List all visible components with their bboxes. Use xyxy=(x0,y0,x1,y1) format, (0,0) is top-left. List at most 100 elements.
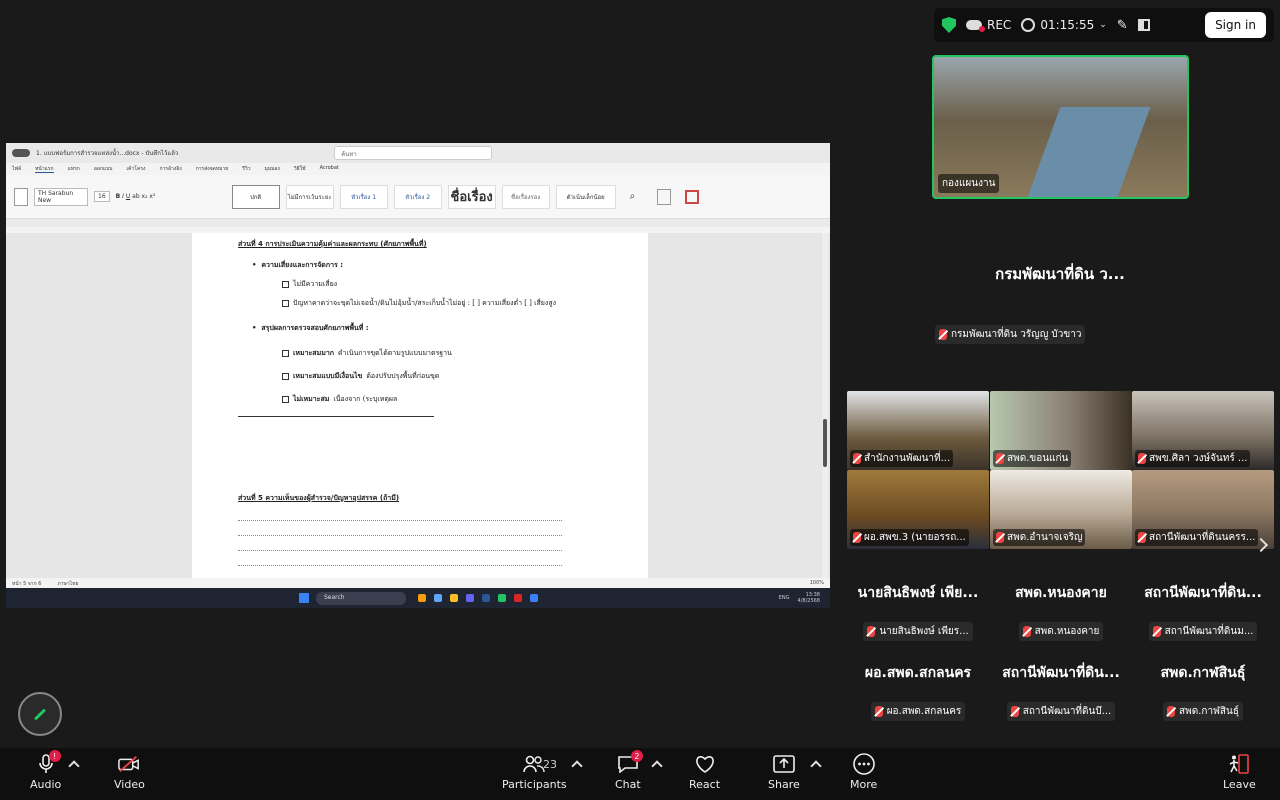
style-title[interactable]: ชื่อเรื่อง xyxy=(447,184,496,209)
pinned-video-tile[interactable]: กองแผนงาน xyxy=(932,55,1189,199)
word-tab[interactable]: เค้าโครง xyxy=(126,165,145,173)
find-icon[interactable]: ⌕ xyxy=(630,191,636,202)
checkbox-icon[interactable] xyxy=(282,300,289,307)
participant-video-tile[interactable]: สถานีพัฒนาที่ดินนครร... xyxy=(1132,470,1274,549)
comment-line[interactable] xyxy=(238,551,562,566)
magic-wand-icon[interactable]: ✎ xyxy=(1117,18,1128,33)
participant-video-tile[interactable]: สพด.ขอนแก่น xyxy=(990,391,1132,470)
sign-in-button[interactable]: Sign in xyxy=(1205,12,1266,38)
taskbar-app-icon[interactable] xyxy=(530,594,538,602)
chevron-up-icon[interactable] xyxy=(651,760,663,772)
layout-icon[interactable] xyxy=(1137,19,1150,31)
react-button[interactable]: React xyxy=(689,754,720,791)
participant-video-tile[interactable]: ผอ.สพข.3 (นายอรรถ... xyxy=(847,470,989,549)
checkbox-icon[interactable] xyxy=(282,350,289,357)
participant-video-tile[interactable]: สำนักงานพัฒนาที่... xyxy=(847,391,989,470)
participant-name-cell[interactable]: ผอ.สพด.สกลนคร ผอ.สพด.สกลนคร xyxy=(847,662,989,721)
checkbox-icon[interactable] xyxy=(282,373,289,380)
summary-option-1[interactable]: เหมาะสมมาก ดำเนินการขุดได้ตามรูปแบบมาตรฐา… xyxy=(282,348,602,359)
document-scrollbar[interactable] xyxy=(822,233,828,578)
comment-line[interactable] xyxy=(238,521,562,536)
chevron-up-icon[interactable] xyxy=(68,760,80,772)
chat-button[interactable]: 2 Chat xyxy=(615,750,643,791)
font-name-select[interactable]: TH Sarabun New xyxy=(34,187,88,206)
taskbar-app-icon[interactable] xyxy=(514,594,522,602)
comment-line[interactable] xyxy=(238,506,562,521)
word-tab[interactable]: มุมมอง xyxy=(265,165,280,173)
summary-option-2[interactable]: เหมาะสมแบบมีเงื่อนไข ต้องปรับปรุงพื้นที่ก… xyxy=(282,371,602,382)
tray-language[interactable]: ENG xyxy=(779,595,790,601)
clipboard-icon[interactable] xyxy=(14,187,28,206)
add-ins-icon[interactable] xyxy=(685,189,700,204)
word-tab[interactable]: รีวิว xyxy=(242,165,250,173)
word-tab[interactable]: ออกแบบ xyxy=(94,165,113,173)
word-tab[interactable]: หน้าแรก xyxy=(35,165,54,173)
word-ruler[interactable] xyxy=(6,219,830,227)
video-button[interactable]: Video xyxy=(114,754,145,791)
more-button[interactable]: More xyxy=(850,753,877,791)
style-no-spacing[interactable]: ไม่มีการเว้นระยะ xyxy=(285,184,334,209)
participant-display-name: สถานีพัฒนาที่ดิน... xyxy=(1002,665,1120,681)
word-tab[interactable]: การอ้างอิง xyxy=(159,165,181,173)
participant-name-cell[interactable]: สถานีพัฒนาที่ดิน... สถานีพัฒนาที่ดินบึ..… xyxy=(990,662,1132,721)
proofing-language[interactable]: ภาษาไทย xyxy=(57,580,78,587)
taskbar-app-icon[interactable] xyxy=(434,594,442,602)
taskbar-app-icon[interactable] xyxy=(466,594,474,602)
audio-button[interactable]: ! Audio xyxy=(30,750,61,791)
font-size-select[interactable]: 16 xyxy=(94,191,110,202)
windows-start-icon[interactable] xyxy=(299,593,309,603)
style-normal[interactable]: ปกติ xyxy=(231,184,280,209)
participant-video-tile[interactable]: สพด.อำนาจเจริญ xyxy=(990,470,1132,549)
shield-icon[interactable] xyxy=(942,17,956,33)
chevron-up-icon[interactable] xyxy=(571,760,583,772)
taskbar-app-icon[interactable] xyxy=(418,594,426,602)
style-subtle-emphasis[interactable]: ตัวเน้นเล็กน้อย xyxy=(555,184,616,209)
comment-line[interactable] xyxy=(238,536,562,551)
taskbar-app-icon[interactable] xyxy=(450,594,458,602)
autosave-toggle[interactable] xyxy=(12,149,30,157)
format-buttons[interactable]: B I U ab x₂ x² xyxy=(116,193,226,200)
participant-name-cell[interactable]: สพด.หนองคาย สพด.หนองคาย xyxy=(990,582,1132,641)
risk-option-2[interactable]: ปัญหาคาดว่าจะขุดไม่เจอน้ำ/ดินไม่อุ้มน้ำ/… xyxy=(282,298,602,309)
style-subtitle[interactable]: ชื่อเรื่องรอง xyxy=(501,184,550,209)
checkbox-icon[interactable] xyxy=(282,281,289,288)
document-page[interactable]: ส่วนที่ 4 การประเมินความคุ้มค่าและผลกระท… xyxy=(192,233,648,578)
checkbox-icon[interactable] xyxy=(282,396,289,403)
word-title-bar: 1. แบบฟอร์มการสำรวจแหล่งน้ำ...docx - บัน… xyxy=(6,143,830,163)
tray-clock[interactable]: 13:38 4/8/2568 xyxy=(798,592,820,604)
word-search-input[interactable]: ค้นหา xyxy=(334,146,493,160)
taskbar-app-icon[interactable] xyxy=(498,594,506,602)
mic-muted-icon xyxy=(853,532,861,543)
taskbar-app-icon[interactable] xyxy=(482,594,490,602)
risk-option-1[interactable]: ไม่มีความเสี่ยง xyxy=(282,279,602,290)
word-tab[interactable]: การส่งจดหมาย xyxy=(196,165,229,173)
zoom-level[interactable]: 100% xyxy=(810,580,824,586)
participant-display-name: สถานีพัฒนาที่ดิน... xyxy=(1144,585,1262,601)
document-canvas[interactable]: ส่วนที่ 4 การประเมินความคุ้มค่าและผลกระท… xyxy=(6,233,830,578)
summary-option-3[interactable]: ไม่เหมาะสม เนื่องจาก (ระบุเหตุผล xyxy=(282,394,602,405)
page-count[interactable]: หน้า 5 จาก 6 xyxy=(12,580,41,587)
meeting-timer[interactable]: 01:15:55 ⌄ xyxy=(1021,18,1107,32)
word-tab[interactable]: Acrobat xyxy=(320,165,339,173)
participant-label: สถานีพัฒนาที่ดินบึ... xyxy=(1006,702,1116,721)
participant-name-cell[interactable]: สถานีพัฒนาที่ดิน... สถานีพัฒนาที่ดินม... xyxy=(1132,582,1274,641)
style-heading2[interactable]: หัวเรื่อง 2 xyxy=(393,184,442,209)
participant-name-cell[interactable]: นายสินธิพงษ์ เพีย... นายสินธิพงษ์ เพียร.… xyxy=(847,582,989,641)
taskbar-search[interactable]: Search xyxy=(316,591,406,605)
participant-name: สพข.ศิลา วงษ์จันทร์ ... xyxy=(1149,453,1248,464)
chevron-up-icon[interactable] xyxy=(810,760,822,772)
annotate-button[interactable] xyxy=(18,692,62,736)
recording-indicator[interactable]: REC xyxy=(966,18,1011,32)
word-tab[interactable]: วิธีใช้ xyxy=(294,165,306,173)
participant-name-cell[interactable]: สพด.กาฬสินธุ์ สพด.กาฬสินธุ์ xyxy=(1132,662,1274,721)
participant-video-tile[interactable]: สพข.ศิลา วงษ์จันทร์ ... xyxy=(1132,391,1274,470)
style-heading1[interactable]: หัวเรื่อง 1 xyxy=(339,184,388,209)
adobe-pdf-icon[interactable] xyxy=(657,188,672,205)
share-button[interactable]: Share xyxy=(768,754,800,791)
system-tray: ENG 13:38 4/8/2568 xyxy=(779,592,820,604)
word-tab[interactable]: ไฟล์ xyxy=(12,165,21,173)
pinned-tile-label: กองแผนงาน xyxy=(938,174,1000,193)
reason-line[interactable] xyxy=(238,411,434,417)
leave-button[interactable]: Leave xyxy=(1223,754,1256,791)
word-tab[interactable]: แทรก xyxy=(68,165,80,173)
